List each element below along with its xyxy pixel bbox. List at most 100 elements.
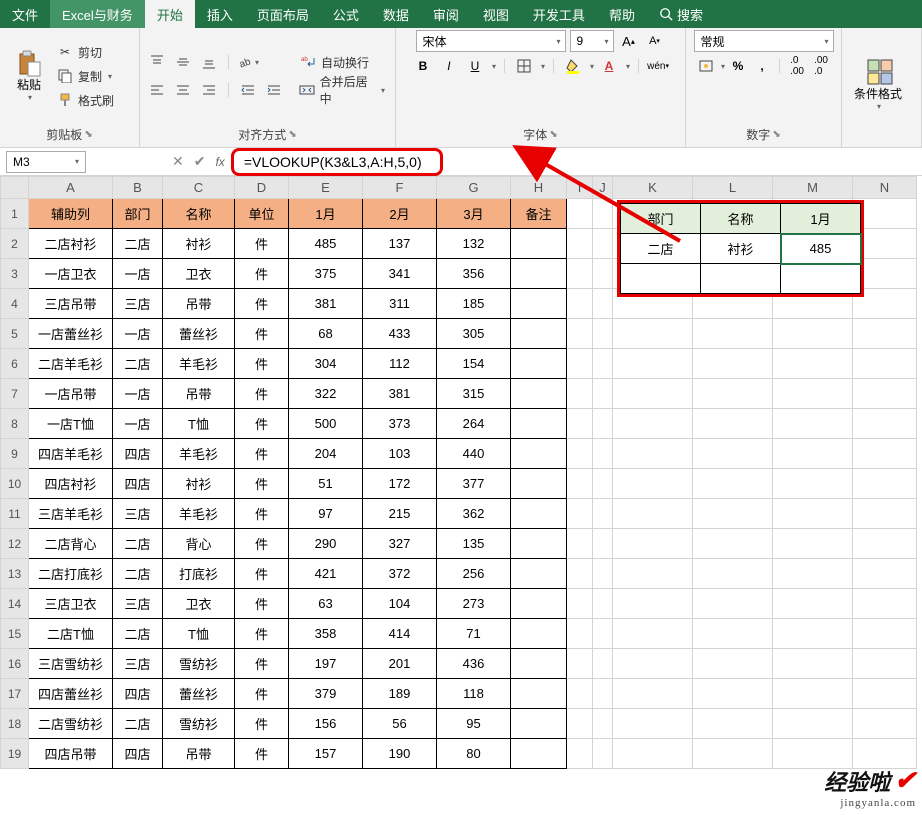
cell[interactable] [593,589,613,619]
cell[interactable]: 311 [363,289,437,319]
cell[interactable] [511,499,567,529]
cell[interactable]: 件 [235,259,289,289]
cell[interactable]: 372 [363,559,437,589]
row-header[interactable]: 8 [1,409,29,439]
enter-icon[interactable]: ✔ [194,153,206,170]
cell[interactable] [511,289,567,319]
cell[interactable]: 377 [437,469,511,499]
cell[interactable]: 381 [289,289,363,319]
cell[interactable] [853,529,917,559]
bold-button[interactable]: B [412,55,434,77]
cell[interactable]: 315 [437,379,511,409]
font-size-combo[interactable]: 9▾ [570,30,614,52]
cell[interactable]: 440 [437,439,511,469]
dialog-launcher-icon[interactable]: ⬊ [84,129,92,140]
paste-button[interactable]: 粘贴 ▾ [6,46,52,106]
cell[interactable] [567,739,593,769]
cell[interactable] [593,409,613,439]
number-format-combo[interactable]: 常规▾ [694,30,834,52]
tab-layout[interactable]: 页面布局 [245,0,321,28]
row-header[interactable]: 15 [1,619,29,649]
cell[interactable]: 一店T恤 [29,409,113,439]
cell[interactable]: 290 [289,529,363,559]
cell[interactable]: 1月 [289,199,363,229]
tab-search[interactable]: 搜索 [647,0,715,28]
cell[interactable]: 172 [363,469,437,499]
cell[interactable] [693,709,773,739]
increase-font-button[interactable]: A▴ [618,30,640,52]
row-header[interactable]: 3 [1,259,29,289]
cell[interactable]: 414 [363,619,437,649]
cell[interactable]: 件 [235,379,289,409]
cell[interactable]: 部门 [621,204,701,234]
cell[interactable] [593,289,613,319]
row-header[interactable]: 5 [1,319,29,349]
row-header[interactable]: 10 [1,469,29,499]
cell[interactable]: 433 [363,319,437,349]
cell[interactable]: 201 [363,649,437,679]
cell[interactable]: 羊毛衫 [163,349,235,379]
cell[interactable]: 二店衬衫 [29,229,113,259]
col-header[interactable]: B [113,177,163,199]
increase-decimal-button[interactable]: .0.00 [786,55,808,77]
cell[interactable] [853,469,917,499]
cell[interactable]: 四店 [113,469,163,499]
cell[interactable]: 件 [235,709,289,739]
cell[interactable]: 485 [781,234,861,264]
cell[interactable] [693,349,773,379]
select-all-corner[interactable] [1,177,29,199]
cell[interactable]: 373 [363,409,437,439]
cell[interactable]: 421 [289,559,363,589]
cell[interactable] [853,559,917,589]
cell[interactable]: 二店 [113,349,163,379]
cell[interactable] [853,709,917,739]
cell[interactable]: 四店吊带 [29,739,113,769]
cell[interactable] [613,709,693,739]
cell[interactable]: 三店 [113,289,163,319]
cell[interactable]: 一店 [113,259,163,289]
cell[interactable] [593,529,613,559]
decrease-decimal-button[interactable]: .00.0 [810,55,832,77]
col-header[interactable]: J [593,177,613,199]
cell[interactable] [593,469,613,499]
tab-home[interactable]: 开始 [145,0,195,28]
cell[interactable] [567,259,593,289]
cell[interactable] [853,349,917,379]
merge-center-button[interactable]: 合并后居中▾ [295,79,389,101]
cell[interactable]: 件 [235,349,289,379]
cell[interactable] [853,319,917,349]
cell[interactable]: 吊带 [163,379,235,409]
cell[interactable] [593,559,613,589]
indent-decrease-button[interactable] [237,79,259,101]
cell[interactable]: 356 [437,259,511,289]
cell[interactable]: 156 [289,709,363,739]
cell[interactable]: 二店 [113,709,163,739]
cell[interactable] [693,619,773,649]
cell[interactable]: 羊毛衫 [163,499,235,529]
cell[interactable] [567,559,593,589]
cell[interactable]: 辅助列 [29,199,113,229]
cell[interactable] [693,499,773,529]
cell[interactable] [511,619,567,649]
cell[interactable] [693,589,773,619]
cell[interactable]: 二店背心 [29,529,113,559]
cell[interactable] [593,199,613,229]
cell[interactable]: 件 [235,289,289,319]
cell[interactable] [853,379,917,409]
cell[interactable]: 97 [289,499,363,529]
cell[interactable]: 305 [437,319,511,349]
col-header[interactable]: N [853,177,917,199]
cell[interactable]: 四店羊毛衫 [29,439,113,469]
tab-review[interactable]: 审阅 [421,0,471,28]
cell[interactable]: 四店 [113,679,163,709]
row-header[interactable]: 9 [1,439,29,469]
cell[interactable]: 三店羊毛衫 [29,499,113,529]
cell[interactable] [593,709,613,739]
col-header[interactable]: F [363,177,437,199]
row-header[interactable]: 12 [1,529,29,559]
decrease-font-button[interactable]: A▾ [644,30,666,52]
cell[interactable]: 358 [289,619,363,649]
row-header[interactable]: 19 [1,739,29,769]
cell[interactable]: 1月 [781,204,861,234]
format-painter-button[interactable]: 格式刷 [52,89,118,111]
